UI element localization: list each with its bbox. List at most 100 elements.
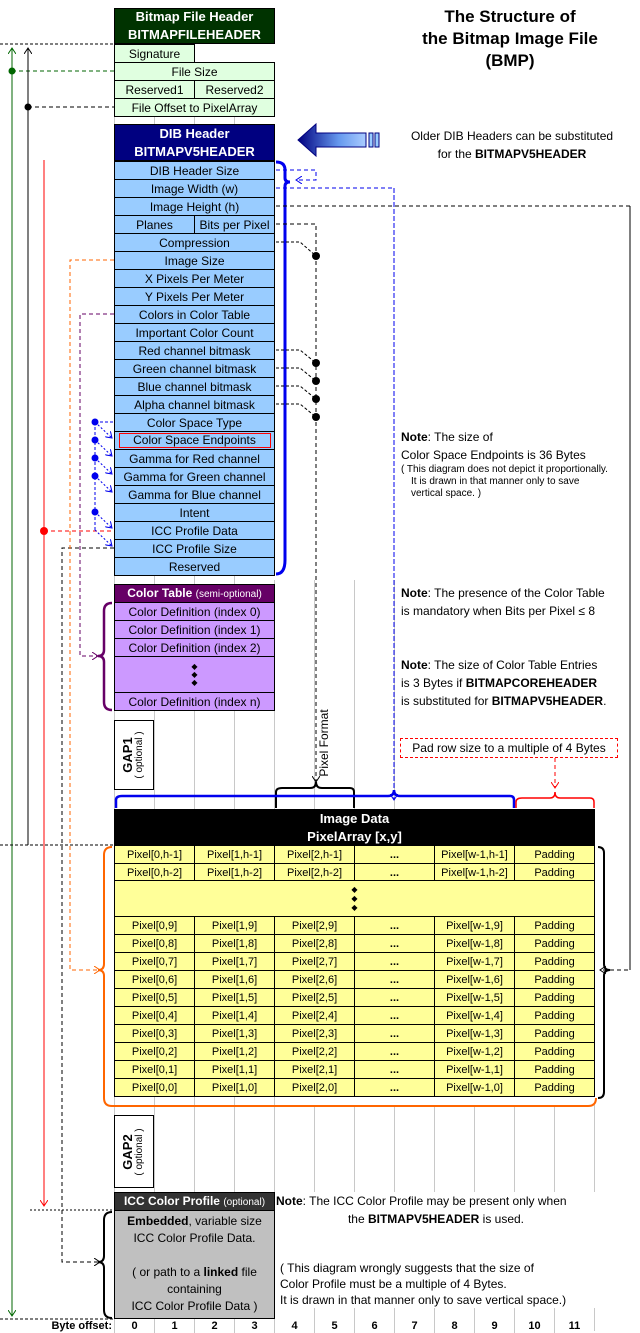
icc-brace (97, 1211, 113, 1319)
padding-cell: Padding (514, 1006, 595, 1025)
pixel-cell: Pixel[0,9] (114, 916, 195, 935)
dib-field-color-space-type: Color Space Type (114, 413, 275, 432)
note-bold: BITMAPV5HEADER (491, 694, 604, 708)
dib-header-struct: BITMAPV5HEADER (134, 143, 255, 159)
pixel-cell: Pixel[1,0] (194, 1078, 275, 1097)
cell-label: Pixel[w-1,0] (446, 1081, 503, 1094)
byte-offset-text: Byte offset: (51, 1320, 112, 1332)
cell-label: Pixel[1,5] (211, 991, 258, 1004)
pixel-cell: Pixel[1,8] (194, 934, 275, 953)
cell-label: Padding (534, 866, 575, 879)
pixel-cell: Pixel[2,3] (274, 1024, 355, 1043)
cell-label: Pixel[w-1,6] (446, 973, 503, 986)
icc-text: file (238, 1265, 257, 1279)
icc-profile-body: Embedded, variable size ICC Color Profil… (114, 1210, 275, 1319)
cell-label: Padding (534, 1063, 575, 1076)
cell-label: Pixel[1,h-1] (206, 848, 263, 861)
pixel-cell: Pixel[w-1,4] (434, 1006, 515, 1025)
icc-bold: Embedded (127, 1214, 189, 1228)
grid-line (354, 580, 355, 810)
byte-offset-value: 10 (514, 1319, 554, 1333)
note-aside: ( This diagram does not depict it propor… (401, 464, 637, 500)
field-label: ICC Profile Size (152, 541, 237, 556)
field-label: Colors in Color Table (138, 307, 251, 322)
dib-field-bits-per-pixel: Bits per Pixel (194, 215, 275, 234)
field-label: Planes (136, 217, 173, 232)
note-line: is substituted for BITMAPV5HEADER. (401, 692, 637, 710)
file-header-struct: BITMAPFILEHEADER (128, 27, 261, 42)
note-line: ( This diagram does not depict it propor… (401, 464, 608, 475)
pixel-cell: Pixel[w-1,0] (434, 1078, 515, 1097)
pixel-cell: Pixel[2,9] (274, 916, 355, 935)
entry-label: Color Definition (index 2) (128, 640, 261, 655)
title-line-3: (BMP) (485, 51, 535, 70)
note-color-table-presence: Note: The presence of the Color Table is… (401, 584, 637, 620)
ellipsis-cell: ... (354, 1078, 435, 1097)
byte-offset-value: 5 (314, 1319, 354, 1333)
dib-header-name: DIB Header (159, 125, 230, 141)
cell-label: Pixel[1,8] (211, 937, 258, 950)
field-label: File Size (171, 64, 218, 79)
padding-cell: Padding (514, 988, 595, 1007)
pixel-cell: Pixel[0,2] (114, 1042, 195, 1061)
field-label: X Pixels Per Meter (144, 271, 245, 286)
image-data-name: Image Data (319, 810, 390, 826)
color-table-brace (97, 601, 113, 712)
cell-label: Pixel[2,7] (291, 955, 338, 968)
pixel-cell: Pixel[2,8] (274, 934, 355, 953)
note-aside: ( This diagram wrongly suggests that the… (276, 1260, 596, 1308)
cell-label: ... (389, 919, 400, 932)
cell-label: Padding (534, 1045, 575, 1058)
cell-label: Padding (534, 937, 575, 950)
icc-line: ICC Color Profile Data ) (131, 1299, 258, 1313)
pixel-rows-ellipsis: ◆ ◆ ◆ (114, 880, 595, 917)
byte-offset-value: 6 (354, 1319, 394, 1333)
pixel-cell: Pixel[2,1] (274, 1060, 355, 1079)
pixel-cell: Pixel[2,7] (274, 952, 355, 971)
ellipsis-cell: ... (354, 916, 435, 935)
dot-icon: ◆ (191, 677, 198, 687)
cell-label: ... (389, 1063, 400, 1076)
field-reserved2: Reserved2 (194, 80, 275, 99)
cell-label: ... (389, 937, 400, 950)
pixel-cell: Pixel[1,1] (194, 1060, 275, 1079)
cell-label: Padding (534, 1081, 575, 1094)
note-text: is substituted for (401, 694, 492, 708)
ellipsis-cell: ... (354, 970, 435, 989)
row-brace (114, 789, 516, 808)
dib-field-color-space-endpoints: Color Space Endpoints (114, 431, 275, 450)
pixel-cell: Pixel[w-1,3] (434, 1024, 515, 1043)
cell-label: Pixel[2,h-1] (286, 848, 343, 861)
dib-field-gamma-for-blue-channel: Gamma for Blue channel (114, 485, 275, 504)
icc-profile-title: ICC Color Profile (optional) (114, 1192, 275, 1211)
pixel-cell: Pixel[0,0] (114, 1078, 195, 1097)
padding-cell: Padding (514, 1024, 595, 1043)
cell-label: Pixel[2,6] (291, 973, 338, 986)
cell-label: Pixel[2,3] (291, 1027, 338, 1040)
cell-label: ... (389, 1027, 400, 1040)
entry-label: Color Definition (index 0) (128, 604, 261, 619)
icc-text: ( or path to a (132, 1265, 204, 1279)
dot-icon: ◆ (351, 894, 358, 903)
dib-field-y-pixels-per-meter: Y Pixels Per Meter (114, 287, 275, 306)
note-bold: Note (401, 658, 428, 672)
pixel-cell: Pixel[w-1,9] (434, 916, 515, 935)
entry-label: Color Definition (index 1) (128, 622, 261, 637)
pixel-cell: Pixel[w-1,2] (434, 1042, 515, 1061)
note-line: Note: The size of (401, 428, 637, 446)
color-space-connectors (91, 418, 114, 547)
padding-cell: Padding (514, 1042, 595, 1061)
gap2-label: GAP2 ( optional ) (120, 1128, 146, 1175)
field-label: DIB Header Size (149, 163, 240, 178)
dib-brace (275, 160, 317, 576)
note-line: Note: The presence of the Color Table (401, 584, 637, 602)
ellipsis-cell: ... (354, 1060, 435, 1079)
pixel-cell: Pixel[2,4] (274, 1006, 355, 1025)
note-line: Older DIB Headers can be substituted (410, 129, 614, 143)
cell-label: Pixel[1,1] (211, 1063, 258, 1076)
icc-line: ( or path to a linked file (115, 1264, 274, 1281)
cell-label: Pixel[w-1,7] (446, 955, 503, 968)
pixel-cell: Pixel[0,4] (114, 1006, 195, 1025)
entry-label: Color Definition (index n) (128, 694, 261, 709)
note-line: ( This diagram wrongly suggests that the… (280, 1261, 534, 1275)
